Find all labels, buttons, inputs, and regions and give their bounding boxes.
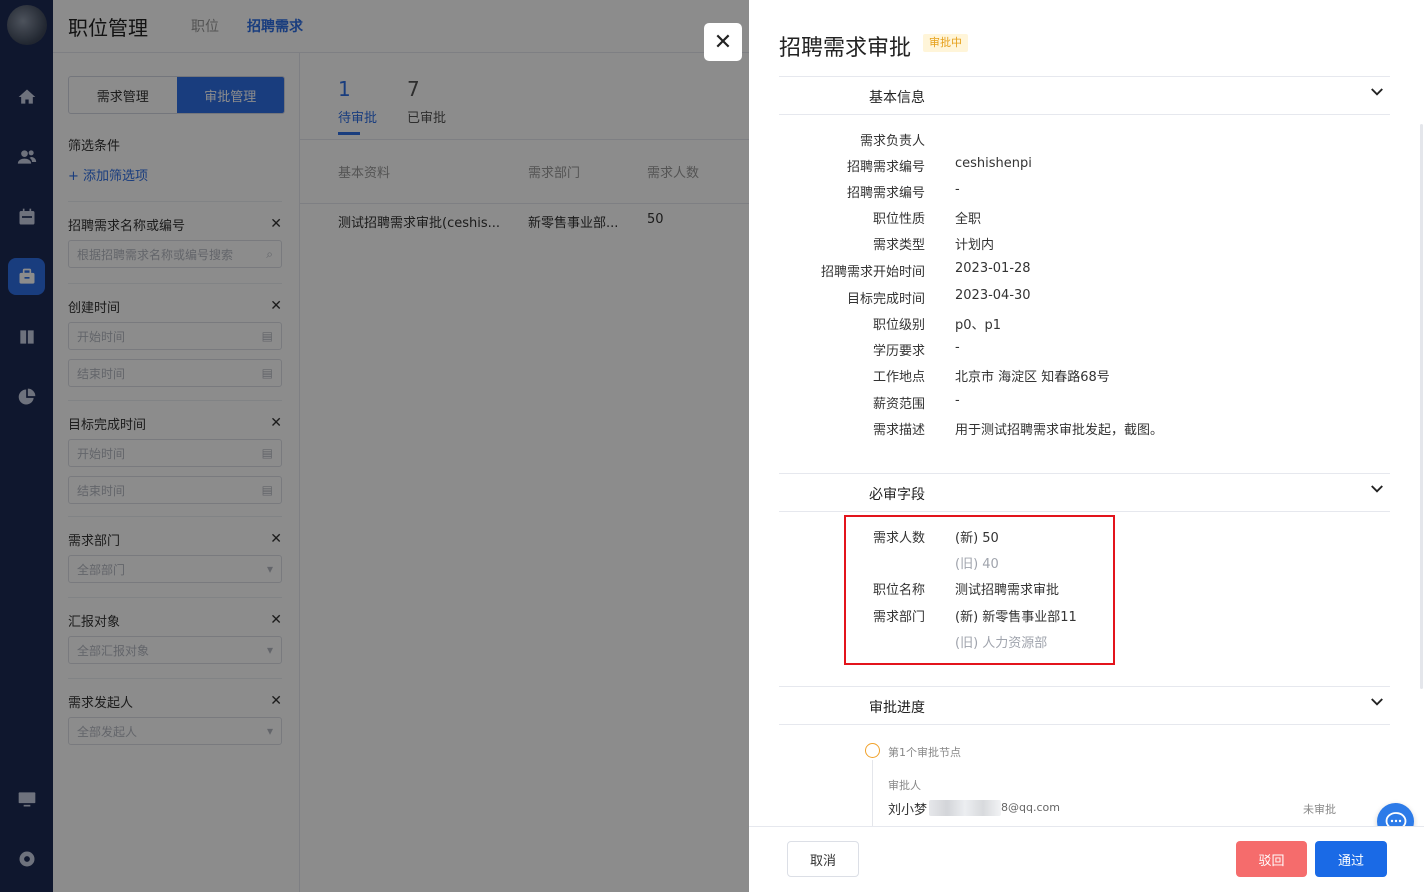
section-required-fields[interactable]: 必审字段 [779,473,1390,512]
field-value: 2023-04-30 [955,288,1031,303]
approver-name: 刘小梦 [888,803,928,818]
field-label: 职位级别 [872,318,925,333]
close-drawer-button[interactable]: ✕ [704,23,742,61]
field-value-old: (旧) 40 [955,557,999,572]
approval-node-name: 第1个审批节点 [888,746,961,759]
step-indicator [865,743,880,758]
field-label: 目标完成时间 [846,292,925,307]
section-title: 必审字段 [869,487,925,503]
field-label: 招聘需求开始时间 [820,265,925,280]
field-value: 北京市 海淀区 知春路68号 [955,370,1110,385]
field-value: - [955,340,960,355]
field-value-old: (旧) 人力资源部 [955,636,1048,651]
field-owner: 需求负责人 [779,127,1390,151]
chevron-down-icon[interactable] [1368,693,1386,711]
reject-button[interactable]: 驳回 [1236,841,1307,877]
close-icon: ✕ [713,29,733,55]
step-connector [872,760,873,830]
section-title: 审批进度 [869,700,925,716]
field-label: 薪资范围 [872,397,925,412]
field-target-time: 目标完成时间 2023-04-30 [779,285,1390,309]
field-value: - [955,182,960,197]
cancel-button[interactable]: 取消 [787,841,859,877]
field-label: 职位名称 [872,583,925,598]
field-value: 2023-01-28 [955,261,1031,276]
section-basic-info[interactable]: 基本信息 [779,76,1390,115]
field-label: 需求部门 [872,610,925,625]
approve-button[interactable]: 通过 [1315,841,1387,877]
approver-email: 8@qq.com [1001,801,1060,814]
field-label: 需求人数 [872,531,925,546]
field-headcount: 需求人数 (新) 50 [779,524,1390,548]
field-location: 工作地点 北京市 海淀区 知春路68号 [779,363,1390,387]
redacted-blur [929,800,1001,816]
field-department: 需求部门 (新) 新零售事业部11 [779,603,1390,627]
drawer-footer: 取消 驳回 通过 [749,826,1424,892]
field-department-old: (旧) 人力资源部 [779,629,1390,653]
field-label: 需求类型 [872,238,925,253]
field-level: 职位级别 p0、p1 [779,311,1390,335]
field-value: 用于测试招聘需求审批发起，截图。 [955,423,1164,438]
modal-overlay[interactable] [0,0,749,892]
drawer-title: 招聘需求审批 [779,36,912,61]
field-label: 职位性质 [872,212,925,227]
field-start-time: 招聘需求开始时间 2023-01-28 [779,258,1390,282]
field-value: ceshishenpi [955,156,1032,171]
field-label: 学历要求 [872,344,925,359]
chevron-down-icon[interactable] [1368,480,1386,498]
approver-label: 审批人 [888,779,921,792]
section-title: 基本信息 [869,90,925,106]
field-job-title: 职位名称 测试招聘需求审批 [779,576,1390,600]
field-label: 招聘需求编号 [846,160,925,175]
field-headcount-old: (旧) 40 [779,550,1390,574]
approval-drawer: 招聘需求审批 审批中 基本信息 需求负责人 招聘需求编号 ceshishenpi … [749,0,1424,892]
field-label: 招聘需求编号 [846,186,925,201]
status-badge: 审批中 [923,34,968,52]
field-job-nature: 职位性质 全职 [779,205,1390,229]
field-label: 工作地点 [872,370,925,385]
field-value-new: (新) 新零售事业部11 [955,610,1077,625]
approval-status: 未审批 [1303,803,1336,816]
field-code-2: 招聘需求编号 - [779,179,1390,203]
field-label: 需求负责人 [859,134,925,149]
section-approval-progress[interactable]: 审批进度 [779,686,1390,725]
field-label: 需求描述 [872,423,925,438]
chevron-down-icon[interactable] [1368,83,1386,101]
field-value: 全职 [955,212,982,227]
field-education: 学历要求 - [779,337,1390,361]
scrollbar[interactable] [1420,124,1423,689]
field-salary: 薪资范围 - [779,390,1390,414]
field-value: 测试招聘需求审批 [955,583,1060,598]
field-description: 需求描述 用于测试招聘需求审批发起，截图。 [779,416,1390,440]
field-value: 计划内 [955,238,995,253]
field-code: 招聘需求编号 ceshishenpi [779,153,1390,177]
field-value: p0、p1 [955,318,1002,333]
field-value: - [955,393,960,408]
field-demand-type: 需求类型 计划内 [779,231,1390,255]
field-value-new: (新) 50 [955,531,999,546]
